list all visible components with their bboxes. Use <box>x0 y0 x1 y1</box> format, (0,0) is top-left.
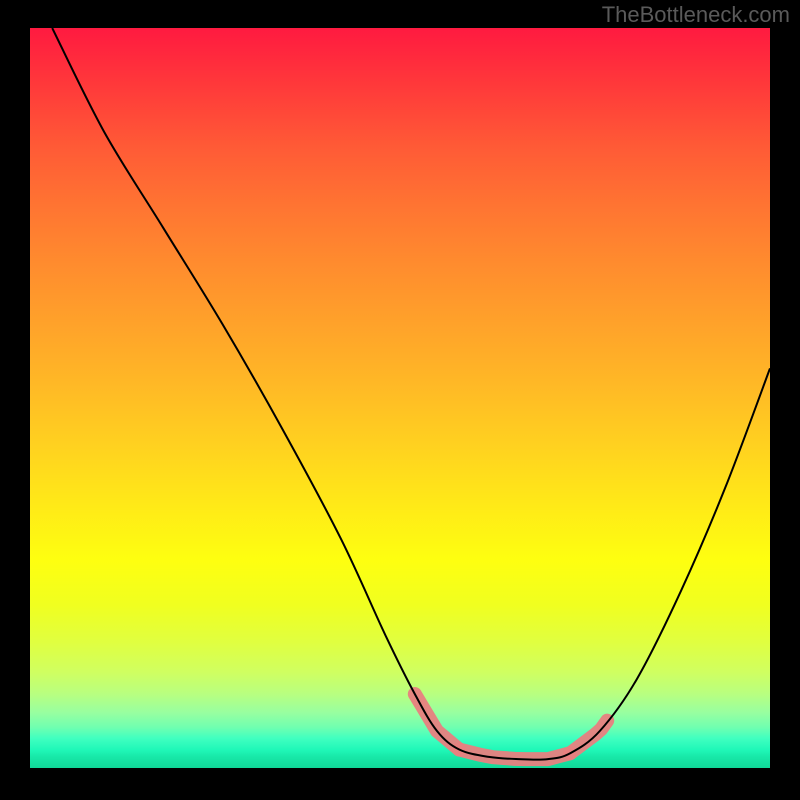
highlight-left-segment <box>415 694 459 750</box>
highlight-right-segment <box>570 721 607 754</box>
chart-svg <box>30 28 770 768</box>
chart-plot-area <box>30 28 770 768</box>
watermark-text: TheBottleneck.com <box>602 2 790 28</box>
main-curve <box>52 28 770 760</box>
highlight-bottom-segment <box>459 750 570 760</box>
